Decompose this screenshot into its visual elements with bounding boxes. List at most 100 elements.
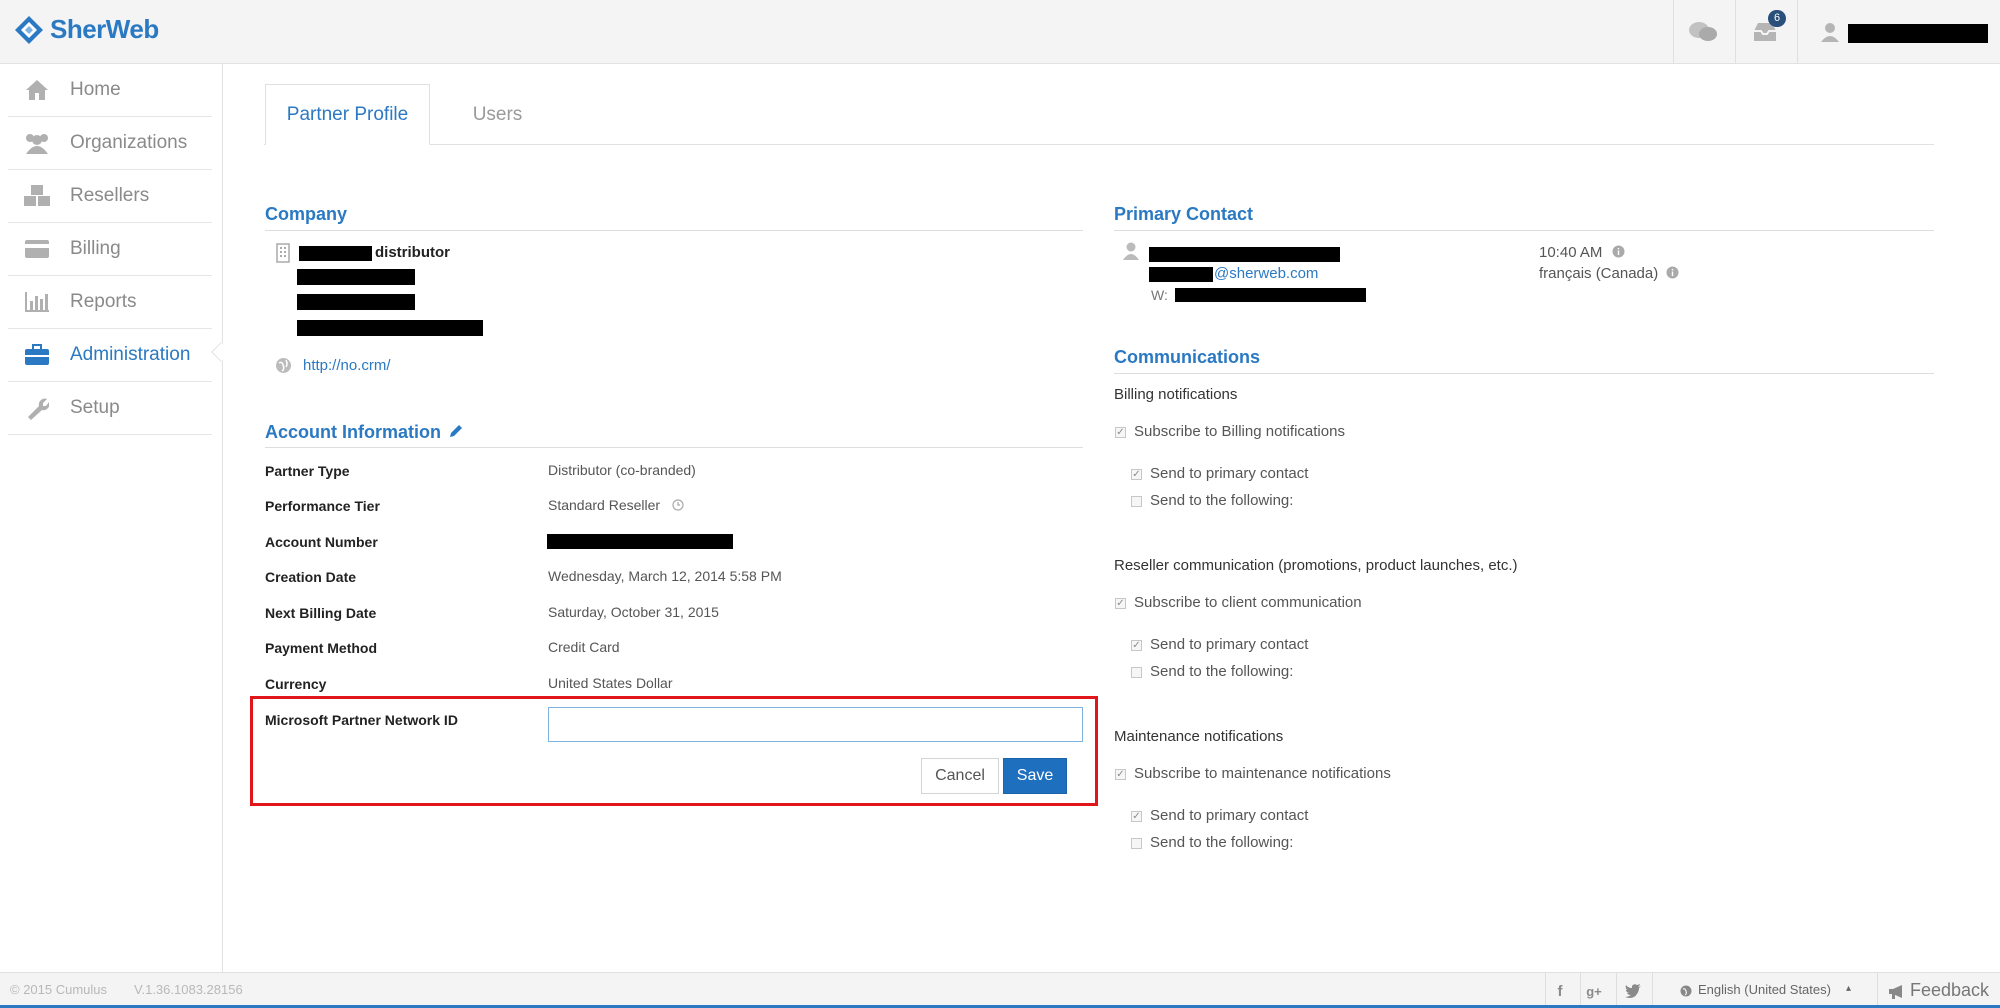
company-name-suffix: distributor — [375, 244, 450, 261]
subscribe-billing-checkbox[interactable]: ✓ — [1115, 427, 1126, 438]
maintenance-notifications-heading: Maintenance notifications — [1114, 728, 1284, 745]
company-name-redacted — [299, 246, 372, 261]
bar-chart-icon — [20, 291, 54, 313]
next-billing-date-label: Next Billing Date — [265, 605, 377, 621]
reseller-send-following-checkbox[interactable] — [1131, 667, 1142, 678]
account-section-title: Account Information — [265, 422, 441, 442]
header-divider — [1797, 0, 1798, 64]
sidebar-item-reports[interactable]: Reports — [8, 276, 212, 329]
work-phone-redacted — [1175, 288, 1366, 302]
home-icon — [20, 79, 54, 101]
user-icon — [1821, 23, 1839, 42]
sidebar-item-label: Reports — [70, 291, 137, 312]
copyright-text: © 2015 Cumulus — [10, 982, 108, 997]
address-line-redacted — [297, 320, 483, 336]
sidebar-item-resellers[interactable]: Resellers — [8, 170, 212, 223]
users-icon — [20, 132, 54, 154]
next-billing-date-value: Saturday, October 31, 2015 — [548, 604, 719, 620]
chat-icon — [1689, 22, 1717, 41]
section-divider — [1114, 373, 1934, 374]
billing-notifications-heading: Billing notifications — [1114, 386, 1238, 403]
feedback-button[interactable]: Feedback — [1910, 980, 1989, 1001]
building-icon — [276, 243, 290, 263]
footer-divider — [1616, 973, 1617, 1008]
google-plus-icon[interactable]: g+ — [1584, 981, 1604, 1001]
user-menu-button[interactable] — [1810, 12, 1850, 52]
maintenance-send-primary-checkbox[interactable]: ✓ — [1131, 811, 1142, 822]
billing-send-primary-label: Send to primary contact — [1150, 465, 1309, 482]
reseller-send-primary-checkbox[interactable]: ✓ — [1131, 640, 1142, 651]
credit-card-icon — [20, 239, 54, 259]
billing-send-following-checkbox[interactable] — [1131, 496, 1142, 507]
partner-type-value: Distributor (co-branded) — [548, 462, 696, 478]
clock-icon — [672, 499, 684, 511]
footer-divider — [1545, 973, 1546, 1008]
language-selector[interactable]: English (United States) — [1698, 982, 1831, 997]
subscribe-maintenance-label: Subscribe to maintenance notifications — [1134, 765, 1391, 782]
maintenance-send-following-label: Send to the following: — [1150, 834, 1294, 851]
contact-user-icon — [1123, 242, 1139, 260]
brand-logo[interactable]: SherWeb — [14, 14, 159, 45]
header-divider — [1735, 0, 1736, 64]
version-text: V.1.36.1083.28156 — [134, 982, 243, 997]
sidebar: Home Organizations Resellers Billing Rep… — [0, 64, 223, 972]
cancel-button[interactable]: Cancel — [921, 758, 999, 794]
facebook-icon[interactable]: f — [1550, 981, 1570, 1001]
sidebar-item-label: Resellers — [70, 185, 150, 206]
subscribe-maintenance-checkbox[interactable]: ✓ — [1115, 769, 1126, 780]
performance-tier-value: Standard Reseller — [548, 497, 661, 513]
address-line-redacted — [297, 269, 415, 285]
account-number-redacted — [547, 534, 733, 549]
performance-tier-label: Performance Tier — [265, 498, 380, 514]
primary-contact-section-title: Primary Contact — [1114, 204, 1254, 224]
sidebar-item-billing[interactable]: Billing — [8, 223, 212, 276]
footer-divider — [1580, 973, 1581, 1008]
company-website-link[interactable]: http://no.crm/ — [303, 357, 391, 374]
info-icon[interactable] — [1666, 266, 1679, 279]
sidebar-item-administration[interactable]: Administration — [8, 329, 212, 382]
subscribe-client-communication-checkbox[interactable]: ✓ — [1115, 598, 1126, 609]
billing-send-primary-checkbox[interactable]: ✓ — [1131, 469, 1142, 480]
creation-date-label: Creation Date — [265, 569, 357, 585]
tab-users[interactable]: Users — [450, 84, 545, 145]
notification-count-badge: 6 — [1768, 10, 1786, 27]
save-button[interactable]: Save — [1003, 758, 1067, 794]
address-line-redacted — [297, 294, 415, 310]
currency-value: United States Dollar — [548, 675, 673, 691]
user-name-redacted[interactable] — [1848, 24, 1988, 43]
section-divider — [265, 230, 1083, 231]
wrench-icon — [20, 396, 54, 420]
brand-name: SherWeb — [50, 14, 159, 44]
contact-name-redacted — [1149, 247, 1340, 262]
maintenance-send-primary-label: Send to primary contact — [1150, 807, 1309, 824]
chat-button[interactable] — [1683, 12, 1723, 52]
contact-email-domain[interactable]: @sherweb.com — [1214, 265, 1318, 282]
contact-email-user-redacted — [1149, 267, 1213, 282]
creation-date-value: Wednesday, March 12, 2014 5:58 PM — [548, 568, 782, 584]
globe-icon — [276, 358, 291, 373]
caret-up-icon: ▴ — [1846, 983, 1852, 994]
sherweb-logo-icon — [15, 15, 43, 44]
sidebar-item-label: Organizations — [70, 132, 188, 153]
top-bar: SherWeb 6 — [0, 0, 2000, 64]
twitter-icon[interactable] — [1623, 981, 1643, 1001]
mpn-id-input[interactable] — [548, 707, 1083, 742]
maintenance-send-following-checkbox[interactable] — [1131, 838, 1142, 849]
notifications-button[interactable]: 6 — [1745, 10, 1786, 52]
footer: © 2015 Cumulus V.1.36.1083.28156 f g+ En… — [0, 972, 2000, 1008]
reseller-send-following-label: Send to the following: — [1150, 663, 1294, 680]
megaphone-icon — [1889, 985, 1902, 999]
subscribe-client-communication-label: Subscribe to client communication — [1134, 594, 1362, 611]
communications-section-title: Communications — [1114, 347, 1261, 367]
language-globe-icon — [1680, 985, 1692, 997]
section-divider — [1114, 230, 1934, 231]
sidebar-item-home[interactable]: Home — [8, 64, 212, 117]
tab-partner-profile[interactable]: Partner Profile — [265, 84, 430, 145]
edit-pencil-icon[interactable] — [448, 423, 464, 439]
payment-method-value: Credit Card — [548, 639, 620, 655]
sidebar-item-setup[interactable]: Setup — [8, 382, 212, 435]
sidebar-item-label: Home — [70, 79, 121, 100]
sidebar-item-organizations[interactable]: Organizations — [8, 117, 212, 170]
info-icon[interactable] — [1612, 245, 1625, 258]
company-section-title: Company — [265, 204, 348, 224]
